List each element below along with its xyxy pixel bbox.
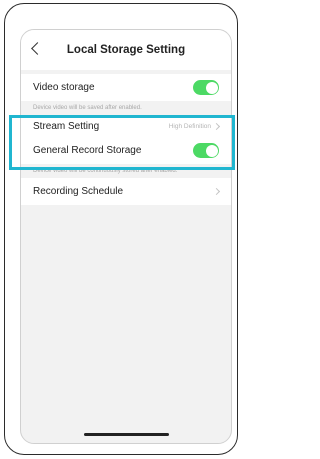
highlight-box bbox=[9, 115, 235, 170]
video-storage-hint: Device video will be saved after enabled… bbox=[21, 101, 231, 115]
video-storage-label: Video storage bbox=[33, 82, 95, 93]
phone-frame: Local Storage Setting Video storage Devi… bbox=[4, 3, 238, 455]
toggle-knob bbox=[205, 81, 218, 94]
nav-bar: Local Storage Setting bbox=[21, 30, 231, 70]
page-title: Local Storage Setting bbox=[66, 44, 186, 56]
video-storage-toggle[interactable] bbox=[193, 80, 219, 95]
recording-schedule-label: Recording Schedule bbox=[33, 186, 124, 197]
recording-schedule-row[interactable]: Recording Schedule bbox=[21, 178, 231, 205]
app-screen: Local Storage Setting Video storage Devi… bbox=[20, 29, 232, 444]
chevron-right-icon bbox=[212, 187, 221, 196]
video-storage-row: Video storage bbox=[21, 74, 231, 101]
home-indicator[interactable] bbox=[84, 433, 169, 436]
